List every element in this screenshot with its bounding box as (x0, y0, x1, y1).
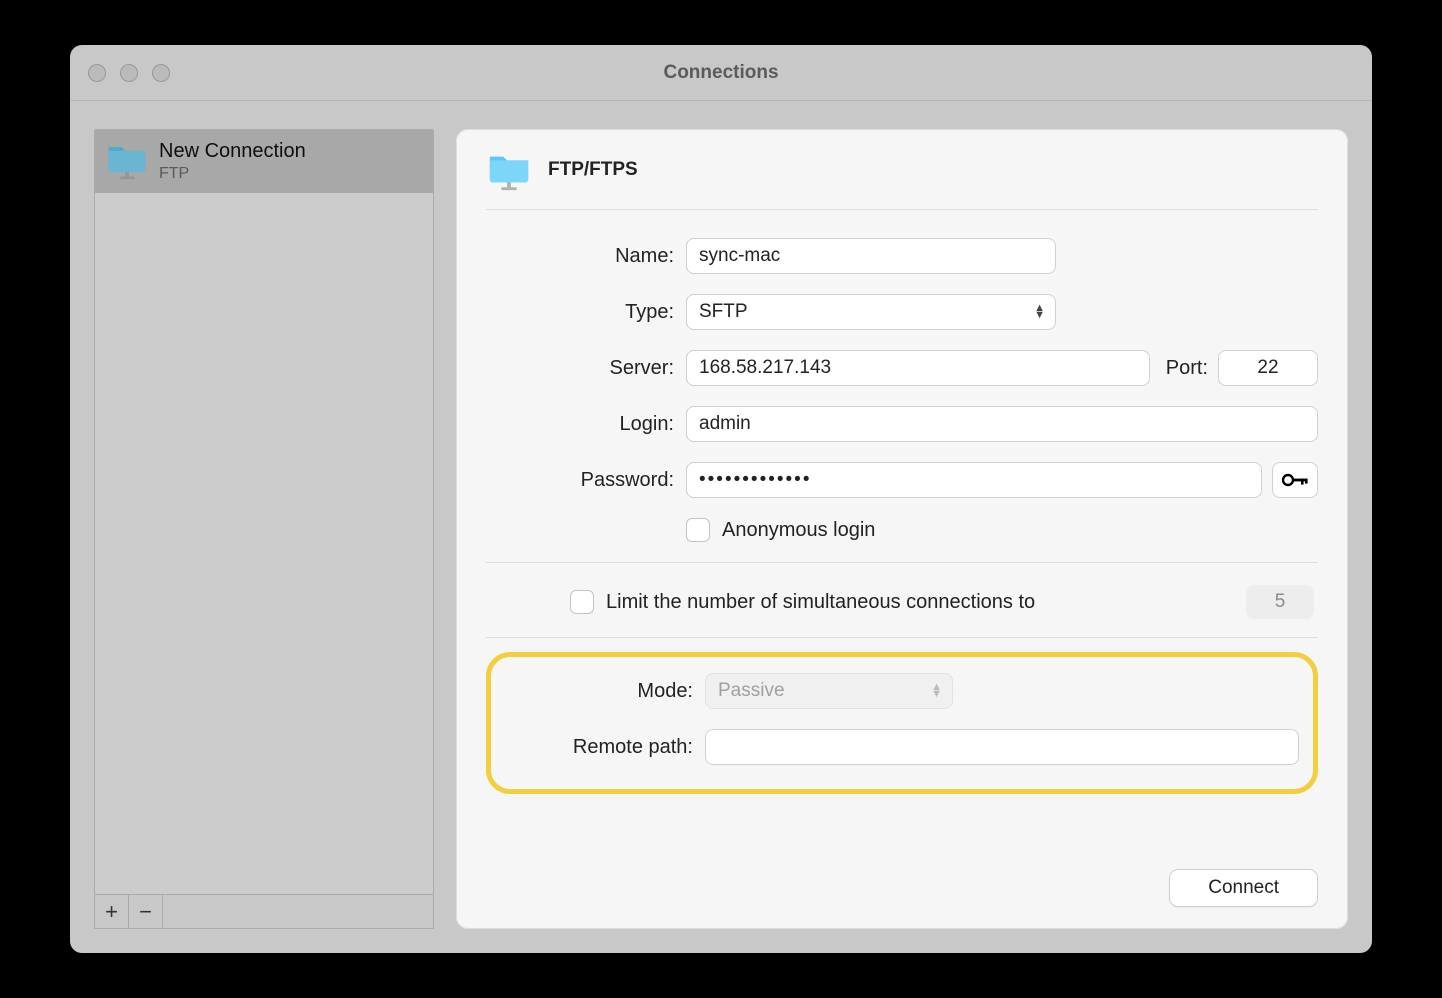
sidebar-column: New Connection FTP + − (94, 129, 434, 929)
add-connection-button[interactable]: + (95, 895, 129, 928)
panel-header: FTP/FTPS (486, 147, 1318, 210)
remote-path-input[interactable] (705, 729, 1299, 765)
chevron-up-down-icon: ▲▼ (931, 684, 942, 698)
content-area: New Connection FTP + − FTP/FTPS (70, 101, 1372, 953)
server-label: Server: (486, 357, 686, 380)
password-input[interactable] (686, 462, 1262, 498)
limit-input: 5 (1246, 585, 1314, 619)
login-label: Login: (486, 413, 686, 436)
name-label: Name: (486, 245, 686, 268)
window-title: Connections (70, 62, 1372, 84)
chevron-up-down-icon: ▲▼ (1034, 305, 1045, 319)
list-item-subtitle: FTP (159, 165, 306, 183)
anonymous-label: Anonymous login (722, 519, 875, 542)
type-label: Type: (486, 301, 686, 324)
connect-button[interactable]: Connect (1169, 869, 1318, 907)
form-main: Name: Type: SFTP ▲▼ Server: Port: (486, 210, 1318, 563)
network-folder-icon (105, 138, 149, 182)
mode-select: Passive ▲▼ (705, 673, 953, 709)
remove-connection-button[interactable]: − (129, 895, 163, 928)
key-button[interactable] (1272, 462, 1318, 498)
list-item-title: New Connection (159, 140, 306, 163)
name-input[interactable] (686, 238, 1056, 274)
panel-title: FTP/FTPS (548, 159, 638, 181)
connections-window: Connections New Connection FTP (70, 45, 1372, 953)
type-select[interactable]: SFTP ▲▼ (686, 294, 1056, 330)
mode-label: Mode: (505, 680, 705, 703)
limit-checkbox[interactable] (570, 590, 594, 614)
network-folder-icon (486, 147, 532, 193)
sidebar-toolbar: + − (94, 895, 434, 929)
anonymous-checkbox-wrap[interactable]: Anonymous login (686, 518, 875, 542)
type-value: SFTP (699, 301, 748, 323)
port-input[interactable] (1218, 350, 1318, 386)
server-input[interactable] (686, 350, 1150, 386)
port-label: Port: (1166, 357, 1208, 380)
limit-label: Limit the number of simultaneous connect… (606, 591, 1035, 614)
list-item[interactable]: New Connection FTP (95, 130, 433, 193)
mode-value: Passive (718, 680, 785, 702)
highlighted-section: Mode: Passive ▲▼ Remote path: (486, 652, 1318, 794)
form-limit: Limit the number of simultaneous connect… (486, 563, 1318, 638)
password-label: Password: (486, 469, 686, 492)
titlebar: Connections (70, 45, 1372, 101)
connections-list[interactable]: New Connection FTP (94, 129, 434, 895)
panel-footer: Connect (486, 853, 1318, 907)
anonymous-checkbox[interactable] (686, 518, 710, 542)
key-icon (1282, 472, 1308, 488)
details-panel: FTP/FTPS Name: Type: SFTP ▲▼ Server: (456, 129, 1348, 929)
remote-path-label: Remote path: (505, 736, 705, 759)
login-input[interactable] (686, 406, 1318, 442)
